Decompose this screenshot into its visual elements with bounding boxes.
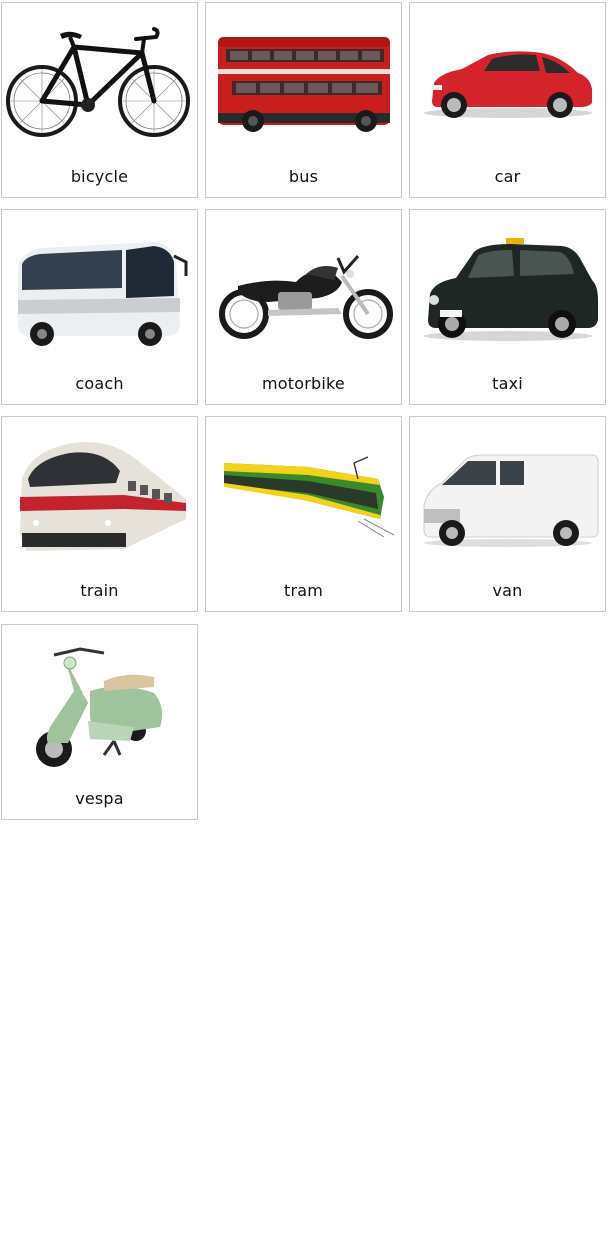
card-bicycle: bicycle — [1, 2, 198, 198]
card-motorbike: motorbike — [205, 209, 402, 405]
coach-image — [18, 242, 188, 346]
card-label: van — [492, 581, 523, 600]
card-label: tram — [283, 581, 324, 600]
card-label: bicycle — [70, 167, 129, 186]
card-label: bus — [288, 167, 319, 186]
car-image — [424, 51, 592, 118]
card-tram: tram — [205, 416, 402, 612]
card-car: car — [409, 2, 606, 198]
bus-image — [218, 37, 390, 132]
bicycle-image — [6, 27, 190, 137]
card-van: van — [409, 416, 606, 612]
taxi-image — [424, 238, 598, 341]
vespa-image — [36, 647, 162, 767]
card-taxi: taxi — [409, 209, 606, 405]
card-label: taxi — [492, 374, 523, 393]
card-label: train — [80, 581, 119, 600]
card-vespa: vespa — [1, 624, 198, 820]
tram-image — [224, 456, 395, 538]
card-label: car — [494, 167, 521, 186]
van-image — [423, 454, 599, 547]
train-image — [20, 442, 186, 551]
card-label: coach — [75, 374, 124, 393]
card-label: motorbike — [262, 374, 345, 393]
motorbike-image — [219, 255, 393, 339]
card-label: vespa — [75, 789, 124, 808]
card-coach: coach — [1, 209, 198, 405]
card-train: train — [1, 416, 198, 612]
card-bus: bus — [205, 2, 402, 198]
